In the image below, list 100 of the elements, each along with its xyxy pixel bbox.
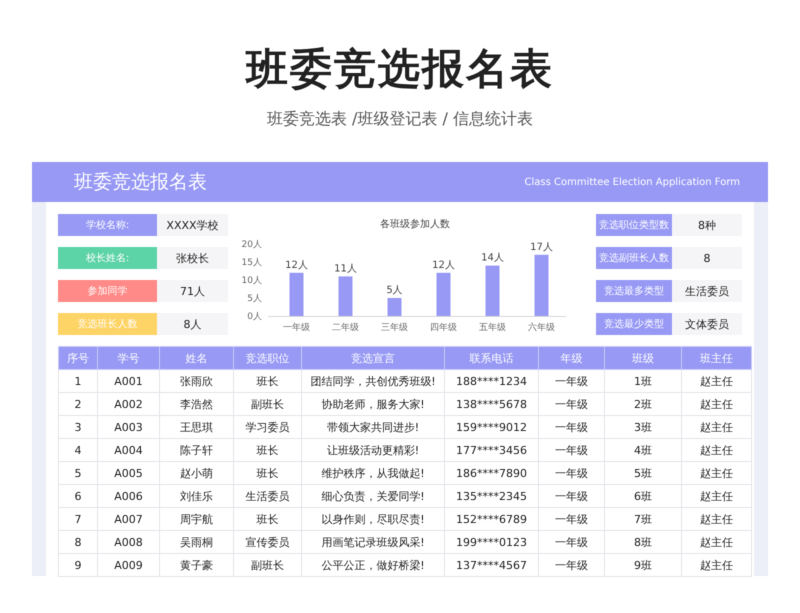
- info-value: XXXX学校: [157, 214, 228, 236]
- info-label: 学校名称:: [58, 214, 157, 236]
- y-tick-label: 15人: [242, 258, 262, 268]
- column-header: 序号: [58, 346, 98, 370]
- table-cell: 4班: [604, 438, 682, 462]
- table-cell: A001: [98, 370, 160, 392]
- bar: [486, 266, 500, 316]
- column-header: 班主任: [682, 346, 752, 370]
- table-cell: A006: [98, 484, 160, 508]
- info-value: 71人: [157, 280, 228, 302]
- table-cell: 137****4567: [444, 554, 538, 576]
- table-cell: 团结同学，共创优秀班级!: [302, 370, 444, 392]
- table-cell: 让班级活动更精彩!: [302, 438, 444, 462]
- column-header: 姓名: [160, 346, 234, 370]
- table-cell: 副班长: [234, 554, 302, 576]
- info-value: 生活委员: [672, 280, 742, 302]
- table-cell: 186****7890: [444, 462, 538, 484]
- table-cell: A004: [98, 438, 160, 462]
- column-header: 竞选宣言: [302, 346, 444, 370]
- info-label: 竞选班长人数: [58, 313, 157, 335]
- table-cell: A007: [98, 508, 160, 530]
- table-cell: 宣传委员: [234, 530, 302, 554]
- table-cell: 2: [58, 392, 98, 416]
- table-cell: 黄子豪: [160, 554, 234, 576]
- table-cell: 赵主任: [682, 392, 752, 416]
- info-value: 8: [672, 247, 742, 269]
- info-value: 文体委员: [672, 313, 742, 335]
- table-cell: 班长: [234, 508, 302, 530]
- table-cell: 班长: [234, 370, 302, 392]
- column-header: 学号: [98, 346, 160, 370]
- table-cell: 一年级: [538, 370, 604, 392]
- table-cell: 3班: [604, 416, 682, 438]
- table-cell: 7: [58, 508, 98, 530]
- table-cell: 赵小萌: [160, 462, 234, 484]
- table-cell: 一年级: [538, 530, 604, 554]
- table-cell: 一年级: [538, 508, 604, 530]
- page-title: 班委竞选报名表: [246, 44, 554, 94]
- value-label: 11人: [334, 263, 357, 274]
- info-label: 校长姓名:: [58, 247, 157, 269]
- info-value: 张校长: [157, 247, 228, 269]
- column-header: 联系电话: [444, 346, 538, 370]
- column-header: 竞选职位: [234, 346, 302, 370]
- value-label: 14人: [481, 252, 504, 264]
- x-tick-label: 二年级: [332, 323, 359, 333]
- bar: [534, 254, 548, 316]
- table-cell: 一年级: [538, 484, 604, 508]
- info-label: 竞选副班长人数: [596, 247, 672, 269]
- table-cell: A005: [98, 462, 160, 484]
- table-cell: 周宇航: [160, 508, 234, 530]
- table-cell: 赵主任: [682, 554, 752, 576]
- table-cell: 138****5678: [444, 392, 538, 416]
- value-label: 12人: [285, 260, 308, 271]
- table-cell: 1班: [604, 370, 682, 392]
- table-cell: 一年级: [538, 462, 604, 484]
- info-label: 竞选最少类型: [596, 313, 672, 335]
- table-cell: 协助老师，服务大家!: [302, 392, 444, 416]
- table-cell: 吴雨桐: [160, 530, 234, 554]
- form-subtitle: Class Committee Election Application Form: [524, 176, 740, 188]
- info-label: 参加同学: [58, 280, 157, 302]
- table-cell: 学习委员: [234, 416, 302, 438]
- table-cell: 赵主任: [682, 484, 752, 508]
- table-cell: 赵主任: [682, 530, 752, 554]
- table-cell: 188****1234: [444, 370, 538, 392]
- x-tick-label: 四年级: [430, 323, 457, 333]
- table-cell: 刘佳乐: [160, 484, 234, 508]
- table-cell: 陈子轩: [160, 438, 234, 462]
- form-title: 班委竞选报名表: [74, 170, 207, 195]
- table-cell: 班长: [234, 462, 302, 484]
- table-cell: 一年级: [538, 392, 604, 416]
- table-cell: 赵主任: [682, 462, 752, 484]
- table-cell: 7班: [604, 508, 682, 530]
- table-cell: 9班: [604, 554, 682, 576]
- column-header: 班级: [604, 346, 682, 370]
- table-cell: A009: [98, 554, 160, 576]
- table-cell: A003: [98, 416, 160, 438]
- y-tick-label: 0人: [247, 312, 262, 322]
- table-cell: 赵主任: [682, 508, 752, 530]
- table-cell: A002: [98, 392, 160, 416]
- table-cell: 9: [58, 554, 98, 576]
- bar: [388, 298, 402, 316]
- table-cell: 2班: [604, 392, 682, 416]
- chart-title: 各班级参加人数: [380, 219, 450, 230]
- table-cell: 张雨欣: [160, 370, 234, 392]
- table-cell: 细心负责，关爱同学!: [302, 484, 444, 508]
- table-cell: 8: [58, 530, 98, 554]
- bar: [436, 272, 450, 316]
- table-cell: 4: [58, 438, 98, 462]
- table-cell: 以身作则，尽职尽责!: [302, 508, 444, 530]
- value-label: 17人: [530, 242, 553, 253]
- table-cell: 一年级: [538, 438, 604, 462]
- table-cell: 3: [58, 416, 98, 438]
- table-cell: 177****3456: [444, 438, 538, 462]
- table-cell: 生活委员: [234, 484, 302, 508]
- table-cell: 一年级: [538, 416, 604, 438]
- bar: [338, 276, 352, 316]
- table-cell: 8班: [604, 530, 682, 554]
- table-cell: 赵主任: [682, 438, 752, 462]
- x-tick-label: 三年级: [381, 323, 408, 333]
- table-cell: 6: [58, 484, 98, 508]
- table-cell: 班长: [234, 438, 302, 462]
